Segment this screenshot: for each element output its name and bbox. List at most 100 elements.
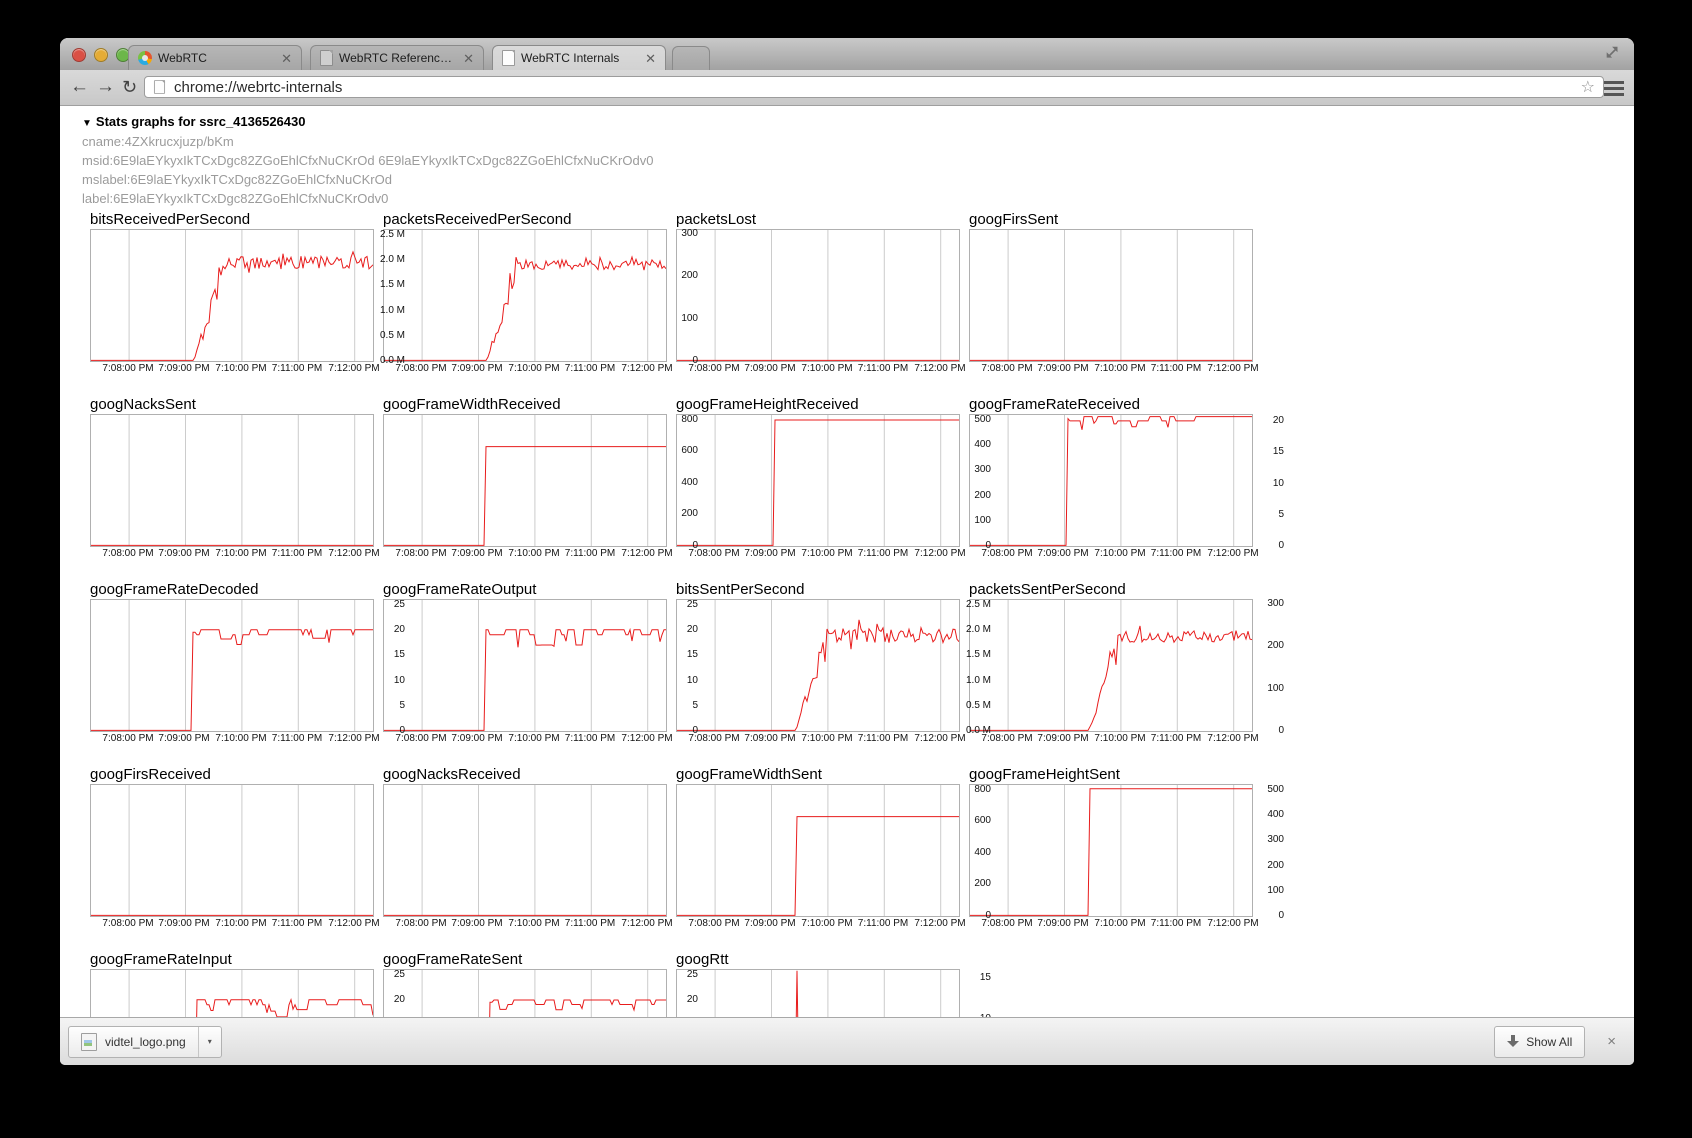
- chart-x-axis: 7:08:00 PM7:09:00 PM7:10:00 PM7:11:00 PM…: [90, 732, 383, 746]
- y-axis-label: 1.0 M: [377, 305, 405, 317]
- chart-plot: 20151050: [969, 414, 1253, 547]
- y-axis-label: 100: [670, 313, 698, 325]
- x-axis-tick: 7:10:00 PM: [1094, 363, 1145, 374]
- x-axis-tick: 7:09:00 PM: [744, 548, 795, 559]
- chart-googNacksSent: googNacksSent 7:08:00 PM7:09:00 PM7:10:0…: [90, 395, 383, 561]
- forward-button[interactable]: →: [96, 74, 115, 100]
- x-axis-tick: 7:10:00 PM: [215, 548, 266, 559]
- x-axis-tick: 7:10:00 PM: [1094, 918, 1145, 929]
- x-axis-tick: 7:11:00 PM: [272, 363, 322, 374]
- window-close-button[interactable]: [72, 48, 86, 62]
- chart-title: packetsReceivedPerSecond: [383, 210, 676, 229]
- tab-webrtc-reference-app[interactable]: WebRTC Reference App ✕: [310, 45, 484, 70]
- tab-close-icon[interactable]: ✕: [645, 52, 656, 65]
- tab-close-icon[interactable]: ✕: [463, 52, 474, 65]
- y-axis-label: 600: [670, 445, 698, 457]
- chart-title: googRtt: [676, 950, 969, 969]
- x-axis-tick: 7:10:00 PM: [215, 918, 266, 929]
- y-axis-label: 300: [670, 228, 698, 240]
- chart-plot: [676, 229, 960, 362]
- chart-title: packetsSentPerSecond: [969, 580, 1262, 599]
- y-axis-label: 100: [1256, 683, 1284, 695]
- y-axis-label: 25: [670, 599, 698, 611]
- new-tab-button[interactable]: [672, 46, 710, 70]
- chart-x-axis: 7:08:00 PM7:09:00 PM7:10:00 PM7:11:00 PM…: [383, 917, 676, 931]
- reload-button[interactable]: ↻: [122, 74, 137, 100]
- bookmark-star-icon[interactable]: ☆: [1581, 77, 1595, 97]
- page-favicon-icon: [320, 50, 333, 66]
- stats-charts-grid: bitsReceivedPerSecond 2.5 M2.0 M1.5 M1.0…: [90, 210, 1634, 1017]
- x-axis-tick: 7:12:00 PM: [621, 363, 672, 374]
- x-axis-tick: 7:10:00 PM: [801, 733, 852, 744]
- y-axis-label: 20: [670, 624, 698, 636]
- x-axis-tick: 7:10:00 PM: [801, 363, 852, 374]
- x-axis-tick: 7:12:00 PM: [621, 733, 672, 744]
- y-axis-label: 400: [670, 477, 698, 489]
- show-all-label: Show All: [1526, 1035, 1572, 1049]
- download-bar: vidtel_logo.png ▾ Show All ×: [60, 1017, 1634, 1065]
- download-item-button[interactable]: vidtel_logo.png ▾: [68, 1026, 222, 1058]
- x-axis-tick: 7:12:00 PM: [328, 548, 379, 559]
- chart-title: googFrameRateSent: [383, 950, 676, 969]
- y-axis-label: 800: [963, 784, 991, 796]
- x-axis-tick: 7:11:00 PM: [858, 918, 908, 929]
- url-text[interactable]: chrome://webrtc-internals: [174, 79, 1581, 96]
- chart-googFrameWidthSent: googFrameWidthSent 8006004002000 7:08:00…: [676, 765, 969, 931]
- tab-close-icon[interactable]: ✕: [281, 52, 292, 65]
- y-axis-label: 15: [670, 649, 698, 661]
- x-axis-tick: 7:09:00 PM: [744, 733, 795, 744]
- y-axis-label: 800: [670, 414, 698, 426]
- y-axis-label: 10: [1256, 478, 1284, 490]
- y-axis-label: 400: [963, 847, 991, 859]
- y-axis-label: 0: [1256, 910, 1284, 922]
- download-bar-close-icon[interactable]: ×: [1607, 1033, 1616, 1050]
- download-item-dropdown-icon[interactable]: ▾: [198, 1027, 221, 1057]
- y-axis-label: 5: [670, 700, 698, 712]
- x-axis-tick: 7:10:00 PM: [508, 918, 559, 929]
- chart-title: bitsSentPerSecond: [676, 580, 969, 599]
- y-axis-label: 0: [377, 725, 405, 737]
- y-axis-label: 400: [1256, 809, 1284, 821]
- back-button[interactable]: ←: [70, 74, 89, 100]
- tab-label: WebRTC Internals: [521, 51, 639, 65]
- x-axis-tick: 7:08:00 PM: [102, 548, 153, 559]
- show-all-button[interactable]: Show All: [1494, 1026, 1585, 1058]
- page-icon: [154, 80, 165, 94]
- y-axis-label: 0.5 M: [377, 330, 405, 342]
- chart-plot: 5004003002001000: [676, 414, 960, 547]
- y-axis-label: 25: [377, 969, 405, 981]
- tab-webrtc-internals[interactable]: WebRTC Internals ✕: [492, 45, 666, 70]
- x-axis-tick: 7:12:00 PM: [1207, 548, 1258, 559]
- chart-googFrameHeightSent: googFrameHeightSent 5004003002001000 7:0…: [969, 765, 1262, 931]
- y-axis-label: 10: [963, 1013, 991, 1017]
- y-axis-label: 0.0 M: [963, 725, 991, 737]
- chart-title: googNacksReceived: [383, 765, 676, 784]
- traffic-lights: [72, 48, 130, 62]
- x-axis-tick: 7:09:00 PM: [1037, 363, 1088, 374]
- address-bar[interactable]: chrome://webrtc-internals ☆: [144, 76, 1604, 98]
- chart-x-axis: 7:08:00 PM7:09:00 PM7:10:00 PM7:11:00 PM…: [969, 547, 1262, 561]
- chart-plot: [90, 414, 374, 547]
- tab-label: WebRTC: [158, 51, 275, 65]
- browser-toolbar: ← → ↻ chrome://webrtc-internals ☆: [60, 70, 1634, 106]
- menu-hamburger-icon[interactable]: [1604, 81, 1624, 84]
- collapse-arrow-icon: ▼: [82, 118, 92, 129]
- y-axis-label: 200: [1256, 640, 1284, 652]
- y-axis-label: 1.5 M: [963, 649, 991, 661]
- ssrc-label: label:6E9laEYkyxIkTCxDgc82ZGoEhlCfxNuCKr…: [82, 189, 1634, 208]
- chart-googFrameRateReceived: googFrameRateReceived 20151050 7:08:00 P…: [969, 395, 1262, 561]
- stats-section-toggle[interactable]: ▼Stats graphs for ssrc_4136526430: [82, 113, 1634, 132]
- chart-plot: 2.5 M2.0 M1.5 M1.0 M0.5 M0.0 M: [676, 599, 960, 732]
- x-axis-tick: 7:08:00 PM: [102, 918, 153, 929]
- download-arrow-icon: [1507, 1035, 1519, 1048]
- chart-googFrameRateInput: googFrameRateInput 2520151050 7:08:00 PM…: [90, 950, 383, 1017]
- chart-packetsSentPerSecond: packetsSentPerSecond 3002001000 7:08:00 …: [969, 580, 1262, 746]
- x-axis-tick: 7:11:00 PM: [858, 733, 908, 744]
- chart-title: googFirsReceived: [90, 765, 383, 784]
- tab-webrtc[interactable]: WebRTC ✕: [128, 45, 302, 70]
- x-axis-tick: 7:10:00 PM: [215, 363, 266, 374]
- window-minimize-button[interactable]: [94, 48, 108, 62]
- x-axis-tick: 7:10:00 PM: [801, 548, 852, 559]
- chart-x-axis: 7:08:00 PM7:09:00 PM7:10:00 PM7:11:00 PM…: [676, 547, 969, 561]
- fullscreen-expand-icon[interactable]: [1604, 45, 1620, 66]
